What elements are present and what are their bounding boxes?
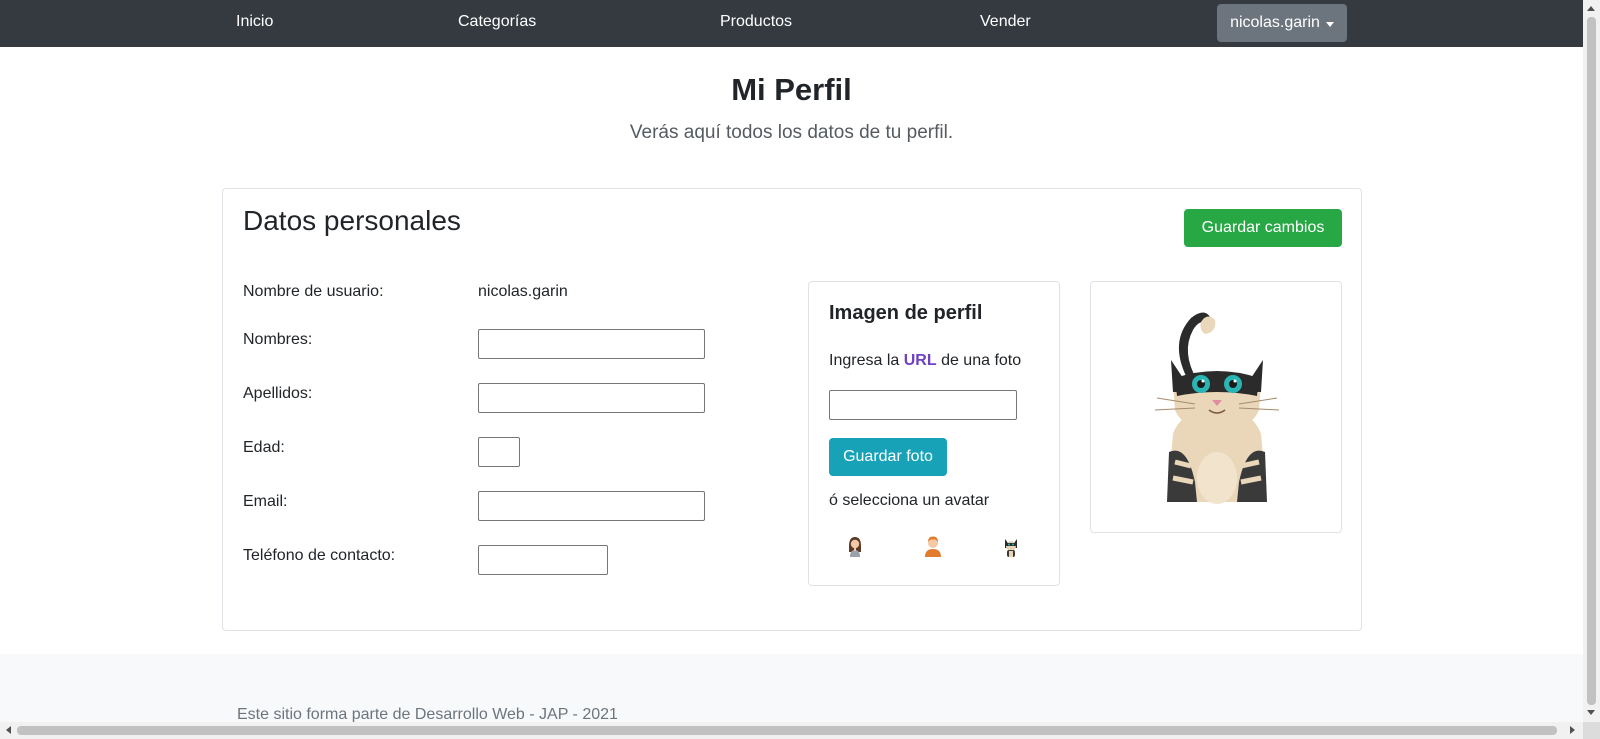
nav-productos[interactable]: Productos — [720, 13, 792, 31]
scroll-down-icon[interactable] — [1587, 710, 1595, 715]
horizontal-scroll-thumb[interactable] — [17, 726, 1557, 735]
horizontal-scrollbar[interactable] — [0, 722, 1583, 739]
username-label: Nombre de usuario: — [243, 283, 384, 300]
phone-label: Teléfono de contacto: — [243, 547, 396, 564]
save-changes-button[interactable]: Guardar cambios — [1184, 209, 1342, 247]
url-hint-prefix: Ingresa la — [829, 352, 900, 369]
avatar-hint: ó selecciona un avatar — [829, 492, 990, 509]
page-title: Mi Perfil — [731, 72, 852, 107]
email-label: Email: — [243, 493, 288, 510]
profile-image-title: Imagen de perfil — [829, 302, 983, 324]
age-label: Edad: — [243, 439, 285, 456]
woman-avatar-icon[interactable] — [843, 534, 867, 558]
lastnames-input[interactable] — [478, 383, 705, 413]
url-hint: Ingresa la URL de una foto — [829, 352, 1021, 370]
scroll-left-icon[interactable] — [6, 726, 11, 734]
nav-categorias[interactable]: Categorías — [458, 13, 536, 31]
nav-inicio[interactable]: Inicio — [236, 13, 273, 31]
url-hint-strong: URL — [903, 352, 937, 369]
page-subtitle: Verás aquí todos los datos de tu perfil. — [629, 122, 954, 143]
user-menu-button[interactable]: nicolas.garin — [1217, 4, 1347, 42]
names-label: Nombres: — [243, 331, 313, 348]
email-input[interactable] — [478, 491, 705, 521]
username-value: nicolas.garin — [478, 283, 568, 300]
phone-input[interactable] — [478, 545, 608, 575]
photo-url-input[interactable] — [829, 390, 1017, 420]
lastnames-label: Apellidos: — [243, 385, 313, 402]
personal-data-title: Datos personales — [243, 205, 461, 236]
man-avatar-icon[interactable] — [921, 534, 945, 558]
scroll-up-icon[interactable] — [1587, 6, 1595, 11]
age-input[interactable] — [478, 437, 520, 467]
vertical-scroll-thumb[interactable] — [1587, 17, 1596, 705]
scrollbar-corner — [1583, 722, 1600, 739]
caret-down-icon — [1325, 21, 1334, 27]
cat-avatar-icon — [1154, 312, 1280, 504]
save-photo-button[interactable]: Guardar foto — [829, 438, 947, 476]
profile-preview-card — [1090, 281, 1342, 533]
scroll-right-icon[interactable] — [1570, 726, 1575, 734]
profile-image-card: Imagen de perfil Ingresa la URL de una f… — [808, 281, 1060, 586]
names-input[interactable] — [478, 329, 705, 359]
nav-vender[interactable]: Vender — [980, 13, 1031, 31]
url-hint-suffix: de una foto — [941, 352, 1022, 369]
cat-avatar-icon[interactable] — [999, 534, 1023, 558]
top-navbar: Inicio Categorías Productos Vender nicol… — [0, 0, 1583, 47]
user-menu-label: nicolas.garin — [1230, 14, 1320, 31]
personal-data-card: Datos personales Guardar cambios Nombre … — [222, 188, 1362, 631]
vertical-scrollbar[interactable] — [1583, 0, 1600, 722]
